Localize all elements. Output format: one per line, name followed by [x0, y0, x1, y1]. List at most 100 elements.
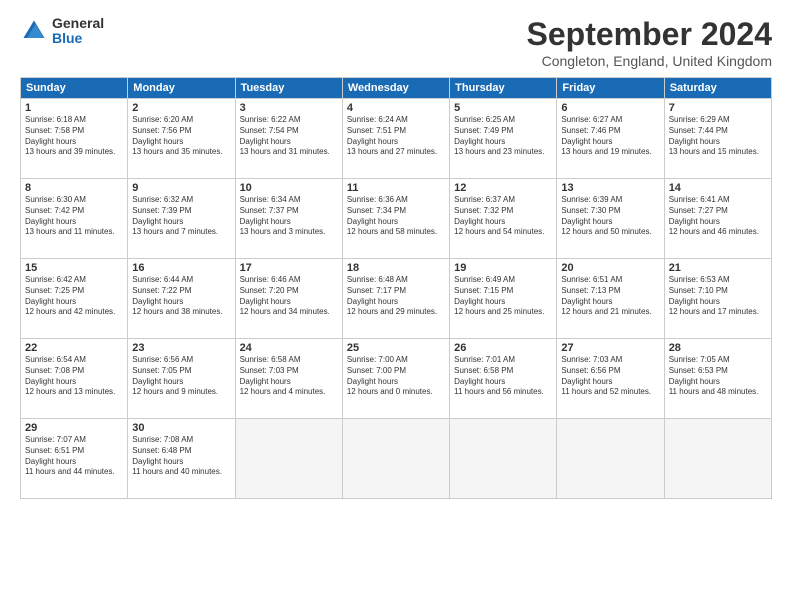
day-number: 2 [132, 102, 230, 114]
day-number: 13 [561, 182, 659, 194]
day-info: Sunrise: 6:53 AMSunset: 7:10 PMDaylight … [669, 275, 767, 318]
day-info: Sunrise: 7:03 AMSunset: 6:56 PMDaylight … [561, 355, 659, 398]
table-row: 1Sunrise: 6:18 AMSunset: 7:58 PMDaylight… [21, 99, 128, 179]
day-info: Sunrise: 6:18 AMSunset: 7:58 PMDaylight … [25, 115, 123, 158]
table-row: 25Sunrise: 7:00 AMSunset: 7:00 PMDayligh… [342, 339, 449, 419]
day-number: 19 [454, 262, 552, 274]
day-info: Sunrise: 6:44 AMSunset: 7:22 PMDaylight … [132, 275, 230, 318]
table-row: 19Sunrise: 6:49 AMSunset: 7:15 PMDayligh… [450, 259, 557, 339]
day-number: 9 [132, 182, 230, 194]
day-number: 18 [347, 262, 445, 274]
day-info: Sunrise: 6:42 AMSunset: 7:25 PMDaylight … [25, 275, 123, 318]
table-row: 4Sunrise: 6:24 AMSunset: 7:51 PMDaylight… [342, 99, 449, 179]
table-row: 7Sunrise: 6:29 AMSunset: 7:44 PMDaylight… [664, 99, 771, 179]
table-row: 9Sunrise: 6:32 AMSunset: 7:39 PMDaylight… [128, 179, 235, 259]
table-row [235, 419, 342, 499]
day-info: Sunrise: 6:39 AMSunset: 7:30 PMDaylight … [561, 195, 659, 238]
day-number: 14 [669, 182, 767, 194]
day-info: Sunrise: 6:51 AMSunset: 7:13 PMDaylight … [561, 275, 659, 318]
day-info: Sunrise: 7:01 AMSunset: 6:58 PMDaylight … [454, 355, 552, 398]
table-row: 12Sunrise: 6:37 AMSunset: 7:32 PMDayligh… [450, 179, 557, 259]
day-number: 16 [132, 262, 230, 274]
day-number: 6 [561, 102, 659, 114]
day-info: Sunrise: 6:30 AMSunset: 7:42 PMDaylight … [25, 195, 123, 238]
day-number: 7 [669, 102, 767, 114]
table-row: 30Sunrise: 7:08 AMSunset: 6:48 PMDayligh… [128, 419, 235, 499]
table-row: 18Sunrise: 6:48 AMSunset: 7:17 PMDayligh… [342, 259, 449, 339]
day-number: 17 [240, 262, 338, 274]
day-number: 28 [669, 342, 767, 354]
table-row: 24Sunrise: 6:58 AMSunset: 7:03 PMDayligh… [235, 339, 342, 419]
page: General Blue September 2024 Congleton, E… [0, 0, 792, 612]
day-number: 1 [25, 102, 123, 114]
logo-icon [20, 17, 48, 45]
day-number: 3 [240, 102, 338, 114]
day-number: 5 [454, 102, 552, 114]
logo-blue: Blue [52, 31, 104, 46]
table-row: 22Sunrise: 6:54 AMSunset: 7:08 PMDayligh… [21, 339, 128, 419]
table-row [664, 419, 771, 499]
day-number: 8 [25, 182, 123, 194]
header: General Blue September 2024 Congleton, E… [20, 16, 772, 69]
table-row: 8Sunrise: 6:30 AMSunset: 7:42 PMDaylight… [21, 179, 128, 259]
day-info: Sunrise: 6:36 AMSunset: 7:34 PMDaylight … [347, 195, 445, 238]
day-info: Sunrise: 6:27 AMSunset: 7:46 PMDaylight … [561, 115, 659, 158]
table-row: 15Sunrise: 6:42 AMSunset: 7:25 PMDayligh… [21, 259, 128, 339]
calendar-row: 29Sunrise: 7:07 AMSunset: 6:51 PMDayligh… [21, 419, 772, 499]
location-subtitle: Congleton, England, United Kingdom [527, 53, 772, 69]
day-info: Sunrise: 6:46 AMSunset: 7:20 PMDaylight … [240, 275, 338, 318]
table-row: 26Sunrise: 7:01 AMSunset: 6:58 PMDayligh… [450, 339, 557, 419]
table-row: 28Sunrise: 7:05 AMSunset: 6:53 PMDayligh… [664, 339, 771, 419]
table-row [450, 419, 557, 499]
day-number: 22 [25, 342, 123, 354]
logo-text: General Blue [52, 16, 104, 47]
calendar-row: 8Sunrise: 6:30 AMSunset: 7:42 PMDaylight… [21, 179, 772, 259]
table-row: 20Sunrise: 6:51 AMSunset: 7:13 PMDayligh… [557, 259, 664, 339]
table-row: 16Sunrise: 6:44 AMSunset: 7:22 PMDayligh… [128, 259, 235, 339]
day-number: 29 [25, 422, 123, 434]
col-friday: Friday [557, 78, 664, 99]
col-wednesday: Wednesday [342, 78, 449, 99]
day-number: 24 [240, 342, 338, 354]
day-info: Sunrise: 6:48 AMSunset: 7:17 PMDaylight … [347, 275, 445, 318]
table-row: 2Sunrise: 6:20 AMSunset: 7:56 PMDaylight… [128, 99, 235, 179]
day-info: Sunrise: 6:22 AMSunset: 7:54 PMDaylight … [240, 115, 338, 158]
calendar-row: 15Sunrise: 6:42 AMSunset: 7:25 PMDayligh… [21, 259, 772, 339]
table-row [342, 419, 449, 499]
day-number: 10 [240, 182, 338, 194]
day-info: Sunrise: 6:29 AMSunset: 7:44 PMDaylight … [669, 115, 767, 158]
col-sunday: Sunday [21, 78, 128, 99]
table-row: 13Sunrise: 6:39 AMSunset: 7:30 PMDayligh… [557, 179, 664, 259]
month-title: September 2024 [527, 16, 772, 53]
day-info: Sunrise: 6:24 AMSunset: 7:51 PMDaylight … [347, 115, 445, 158]
table-row: 6Sunrise: 6:27 AMSunset: 7:46 PMDaylight… [557, 99, 664, 179]
calendar-row: 22Sunrise: 6:54 AMSunset: 7:08 PMDayligh… [21, 339, 772, 419]
day-number: 23 [132, 342, 230, 354]
day-info: Sunrise: 6:34 AMSunset: 7:37 PMDaylight … [240, 195, 338, 238]
calendar-header-row: Sunday Monday Tuesday Wednesday Thursday… [21, 78, 772, 99]
col-thursday: Thursday [450, 78, 557, 99]
day-info: Sunrise: 6:37 AMSunset: 7:32 PMDaylight … [454, 195, 552, 238]
day-number: 12 [454, 182, 552, 194]
day-number: 26 [454, 342, 552, 354]
day-info: Sunrise: 6:56 AMSunset: 7:05 PMDaylight … [132, 355, 230, 398]
day-info: Sunrise: 6:25 AMSunset: 7:49 PMDaylight … [454, 115, 552, 158]
day-info: Sunrise: 7:05 AMSunset: 6:53 PMDaylight … [669, 355, 767, 398]
day-info: Sunrise: 6:58 AMSunset: 7:03 PMDaylight … [240, 355, 338, 398]
logo: General Blue [20, 16, 104, 47]
table-row: 29Sunrise: 7:07 AMSunset: 6:51 PMDayligh… [21, 419, 128, 499]
table-row: 14Sunrise: 6:41 AMSunset: 7:27 PMDayligh… [664, 179, 771, 259]
calendar-table: Sunday Monday Tuesday Wednesday Thursday… [20, 77, 772, 499]
day-info: Sunrise: 7:08 AMSunset: 6:48 PMDaylight … [132, 435, 230, 478]
day-number: 21 [669, 262, 767, 274]
logo-general: General [52, 16, 104, 31]
table-row: 5Sunrise: 6:25 AMSunset: 7:49 PMDaylight… [450, 99, 557, 179]
col-saturday: Saturday [664, 78, 771, 99]
day-info: Sunrise: 7:07 AMSunset: 6:51 PMDaylight … [25, 435, 123, 478]
day-number: 27 [561, 342, 659, 354]
table-row: 23Sunrise: 6:56 AMSunset: 7:05 PMDayligh… [128, 339, 235, 419]
day-number: 4 [347, 102, 445, 114]
table-row [557, 419, 664, 499]
day-info: Sunrise: 6:32 AMSunset: 7:39 PMDaylight … [132, 195, 230, 238]
col-monday: Monday [128, 78, 235, 99]
